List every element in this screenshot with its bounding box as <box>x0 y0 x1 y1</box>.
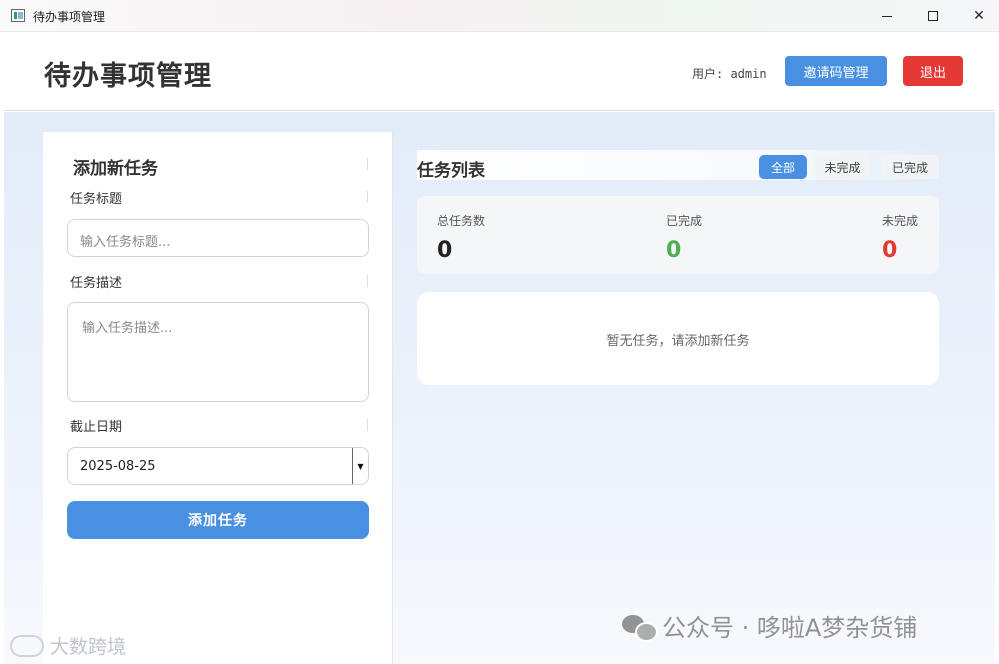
task-desc-textarea[interactable]: 输入任务描述... <box>67 302 369 402</box>
filter-all-button[interactable]: 全部 <box>759 155 807 179</box>
maximize-button[interactable] <box>910 0 956 32</box>
invite-code-button[interactable]: 邀请码管理 <box>785 56 887 86</box>
due-date-picker[interactable]: 2025-08-25 ▼ <box>67 447 369 485</box>
task-stats: 总任务数 0 已完成 0 未完成 0 <box>417 196 939 274</box>
dropdown-arrow-icon[interactable]: ▼ <box>352 448 368 484</box>
task-list-heading: 任务列表 <box>417 161 485 181</box>
stat-done-label: 已完成 <box>666 214 703 228</box>
minimize-icon <box>882 15 892 17</box>
bottom-watermark-text: 大数跨境 <box>50 636 127 658</box>
stat-undone-value: 0 <box>882 238 898 263</box>
task-title-label: 任务标题 <box>70 192 123 207</box>
add-task-heading: 添加新任务 <box>73 159 158 179</box>
app-icon <box>11 9 25 22</box>
stat-total-label: 总任务数 <box>437 214 486 228</box>
filter-undone-button[interactable]: 未完成 <box>815 155 870 179</box>
stat-undone-label: 未完成 <box>882 214 919 228</box>
close-icon: ✕ <box>973 8 985 24</box>
maximize-icon <box>928 11 938 21</box>
filter-done-button[interactable]: 已完成 <box>881 155 939 179</box>
main-area: 添加新任务 任务标题 输入任务标题... 任务描述 输入任务描述... 截止日期… <box>4 112 995 664</box>
divider <box>367 419 368 431</box>
task-title-input[interactable]: 输入任务标题... <box>67 219 369 257</box>
close-button[interactable]: ✕ <box>956 0 999 32</box>
page-title: 待办事项管理 <box>44 61 212 92</box>
divider <box>367 158 368 170</box>
task-title-placeholder: 输入任务标题... <box>80 235 171 250</box>
task-desc-placeholder: 输入任务描述... <box>82 321 173 336</box>
add-task-button[interactable]: 添加任务 <box>67 501 369 539</box>
wechat-watermark: 公众号 · 哆啦A梦杂货铺 <box>622 608 917 643</box>
app-header: 待办事项管理 用户: admin 邀请码管理 退出 <box>4 32 995 111</box>
divider <box>367 275 368 287</box>
task-list-empty-card: 暂无任务，请添加新任务 <box>417 292 939 385</box>
add-task-panel: 添加新任务 任务标题 输入任务标题... 任务描述 输入任务描述... 截止日期… <box>43 132 393 664</box>
empty-message: 暂无任务，请添加新任务 <box>606 334 750 349</box>
divider <box>367 191 368 203</box>
due-date-value: 2025-08-25 <box>80 459 156 474</box>
wechat-watermark-text: 公众号 · 哆啦A梦杂货铺 <box>662 614 918 642</box>
bottom-watermark: 大数跨境 <box>10 632 126 659</box>
stat-total-value: 0 <box>437 238 453 263</box>
wechat-icon <box>622 613 658 642</box>
due-date-label: 截止日期 <box>70 420 123 435</box>
user-label: 用户: admin <box>692 67 767 81</box>
minimize-button[interactable] <box>864 0 910 32</box>
window-title: 待办事项管理 <box>33 10 106 24</box>
task-desc-label: 任务描述 <box>70 276 123 291</box>
watermark-logo-icon <box>10 634 44 657</box>
stat-done-value: 0 <box>666 238 682 263</box>
window-titlebar: 待办事项管理 ✕ <box>0 0 999 32</box>
task-list-header: 任务列表 全部 未完成 已完成 <box>417 150 939 181</box>
logout-button[interactable]: 退出 <box>903 56 963 86</box>
